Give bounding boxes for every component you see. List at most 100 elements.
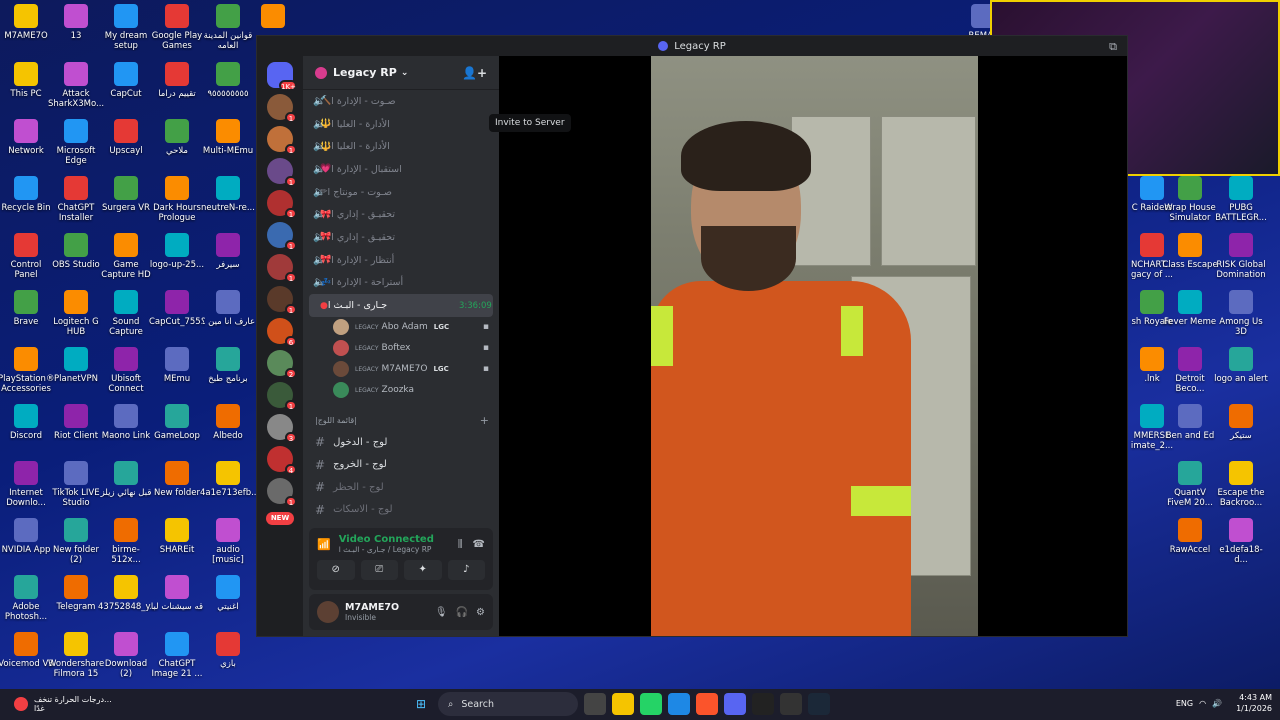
server-icon[interactable]: 4 — [267, 446, 297, 475]
steam-icon[interactable] — [808, 693, 830, 715]
desktop-icon[interactable]: Adobe Photosh... — [0, 575, 54, 622]
desktop-icon[interactable]: Recycle Bin — [0, 176, 54, 213]
server-icon[interactable]: 1 — [267, 94, 297, 123]
soundboard-button[interactable]: ♪ — [447, 560, 485, 580]
desktop-icon[interactable]: Escape the Backroo... — [1213, 461, 1269, 508]
volume-icon[interactable]: 🔊 — [1212, 699, 1222, 708]
voice-channel[interactable]: 🔈 أستراحة - الإدارة ا 💤 — [303, 272, 499, 295]
desktop-icon[interactable]: Dark Hours Prologue — [149, 176, 205, 223]
noise-suppression-icon[interactable]: ⫼ — [458, 539, 463, 550]
desktop-icon[interactable]: Fever Meme — [1162, 290, 1218, 327]
desktop-icon[interactable]: CapCut — [98, 62, 154, 99]
desktop-icon[interactable]: Google Play Games — [149, 4, 205, 51]
brave-icon[interactable] — [696, 693, 718, 715]
signal-icon[interactable]: 📶 — [317, 538, 331, 551]
desktop-icon[interactable]: PlanetVPN — [48, 347, 104, 384]
desktop-icon[interactable]: MEmu — [149, 347, 205, 384]
desktop-icon[interactable]: Multi-MEmu — [200, 119, 256, 156]
desktop-icon[interactable]: Ubisoft Connect — [98, 347, 154, 394]
desktop-icon[interactable]: TikTok LIVE Studio — [48, 461, 104, 508]
desktop-icon[interactable]: CapCut_755... — [149, 290, 205, 327]
desktop-icon[interactable]: 43752848_y... — [98, 575, 154, 612]
wifi-icon[interactable]: ◠ — [1199, 699, 1206, 708]
add-channel-icon[interactable]: + — [480, 414, 489, 427]
terminal-icon[interactable] — [752, 693, 774, 715]
video-stream[interactable] — [651, 56, 978, 636]
avatar[interactable] — [317, 601, 339, 623]
headphones-icon[interactable]: 🎧 — [456, 607, 468, 618]
desktop-icon[interactable]: e1defa18-d... — [1213, 518, 1269, 565]
desktop-icon[interactable]: عارف انا مين ؟ — [200, 290, 256, 327]
app-icon[interactable] — [668, 693, 690, 715]
desktop-icon[interactable]: تقييم دراما — [149, 62, 205, 99]
server-icon[interactable]: 1 — [267, 222, 297, 251]
desktop-icon[interactable]: بازي — [200, 632, 256, 669]
desktop-icon[interactable]: OBS Studio — [48, 233, 104, 270]
server-icon[interactable]: 1 — [267, 126, 297, 155]
desktop-icon[interactable]: logo an alert — [1213, 347, 1269, 384]
task-view-icon[interactable] — [584, 693, 606, 715]
home-button[interactable]: 1K+ — [267, 62, 297, 91]
microphone-icon[interactable]: 🎙 — [435, 607, 448, 618]
desktop-icon[interactable]: logo-up-25... — [149, 233, 205, 270]
desktop-icon[interactable]: RISK Global Domination — [1213, 233, 1269, 280]
desktop-icon[interactable]: neutreN-re... — [200, 176, 256, 213]
desktop-icon[interactable]: 4a1e713efb... — [200, 461, 256, 498]
voice-member[interactable]: LEGACY Abo Adam LGC ▪ — [303, 317, 499, 338]
desktop-icon[interactable]: M7AME7O — [0, 4, 54, 41]
desktop-icon[interactable]: برنامج طبخ — [200, 347, 256, 384]
desktop-icon[interactable]: NVIDIA App — [0, 518, 54, 555]
desktop-icon[interactable]: ستيكر — [1213, 404, 1269, 441]
desktop-icon[interactable]: Upscayl — [98, 119, 154, 156]
voice-channel[interactable]: 🔈 صـوت - الإدارة ا 🔨 — [303, 90, 499, 113]
desktop-icon[interactable]: 13 — [48, 4, 104, 41]
desktop-icon[interactable]: Riot Client — [48, 404, 104, 441]
voice-member[interactable]: LEGACY M7AME7O LGC ▪ — [303, 359, 499, 380]
desktop-icon[interactable]: New folder — [149, 461, 205, 498]
desktop-icon[interactable]: ملاحي — [149, 119, 205, 156]
desktop-icon[interactable]: Network — [0, 119, 54, 156]
voice-channel[interactable]: 🔈 الأدارة - العليا ا 🔱 — [303, 135, 499, 158]
desktop-icon[interactable]: سيرفر — [200, 233, 256, 270]
text-channel[interactable]: # لوج - الخروج — [303, 453, 499, 476]
popout-icon[interactable]: ⧉ — [1109, 40, 1117, 54]
voice-channel[interactable]: 🔈 تحقيـق - إداري ا 🎀 — [303, 203, 499, 226]
whatsapp-icon[interactable] — [640, 693, 662, 715]
desktop-icon[interactable]: Voicemod V3 — [0, 632, 54, 669]
activities-button[interactable]: ✦ — [404, 560, 442, 580]
desktop-icon[interactable]: Class Escape — [1162, 233, 1218, 270]
desktop-icon[interactable]: قبل نهائي زيلز — [98, 461, 154, 498]
desktop-icon[interactable]: Maono Link — [98, 404, 154, 441]
desktop-icon[interactable]: Game Capture HD — [98, 233, 154, 280]
weather-widget[interactable]: درجات الحرارة تنخف... غدًا — [14, 695, 112, 713]
voice-member[interactable]: LEGACY Boftex ▪ — [303, 338, 499, 359]
server-header[interactable]: Legacy RP ⌄ 👤+ — [303, 56, 499, 90]
start-icon[interactable]: ⊞ — [410, 693, 432, 715]
text-category-header[interactable]: |قائمة اللوج| + — [303, 411, 499, 431]
new-badge[interactable]: NEW — [266, 512, 294, 525]
text-channel[interactable]: # لوج - الحظر — [303, 476, 499, 499]
server-icon[interactable]: 1 — [267, 382, 297, 411]
arrow-app-icon[interactable] — [780, 693, 802, 715]
server-icon[interactable]: 1 — [267, 158, 297, 187]
voice-member[interactable]: LEGACY Zoozka — [303, 380, 499, 401]
desktop-icon[interactable]: ChatGPT Image 21 ... — [149, 632, 205, 679]
voice-channel[interactable]: 🔈 الأدارة - العليا ا 🔱 — [303, 113, 499, 136]
desktop-icon[interactable]: Logitech G HUB — [48, 290, 104, 337]
desktop-icon[interactable]: GameLoop — [149, 404, 205, 441]
desktop-icon[interactable]: اغنيتي — [200, 575, 256, 612]
desktop-icon[interactable]: birme-512x... — [98, 518, 154, 565]
gear-icon[interactable]: ⚙ — [476, 607, 485, 618]
desktop-icon[interactable]: Ben and Ed — [1162, 404, 1218, 441]
desktop-icon[interactable]: Microsoft Edge — [48, 119, 104, 166]
invite-user-icon[interactable]: 👤+ — [462, 66, 487, 80]
desktop-icon[interactable]: Control Panel — [0, 233, 54, 280]
desktop-icon[interactable]: ChatGPT Installer — [48, 176, 104, 223]
desktop-icon[interactable]: ٩٥٥٥٥٥٥٥٥ — [200, 62, 256, 99]
desktop-icon[interactable]: My dream setup — [98, 4, 154, 51]
text-channel[interactable]: # لوج - الاسكات — [303, 498, 499, 521]
desktop-icon[interactable]: قه سيشنات لبا — [149, 575, 205, 612]
voice-channel[interactable]: 🔈 أنتظار - الإدارة ا 🎀 — [303, 249, 499, 272]
desktop-icon[interactable]: PlayStation® Accessories — [0, 347, 54, 394]
server-icon[interactable]: 6 — [267, 318, 297, 347]
